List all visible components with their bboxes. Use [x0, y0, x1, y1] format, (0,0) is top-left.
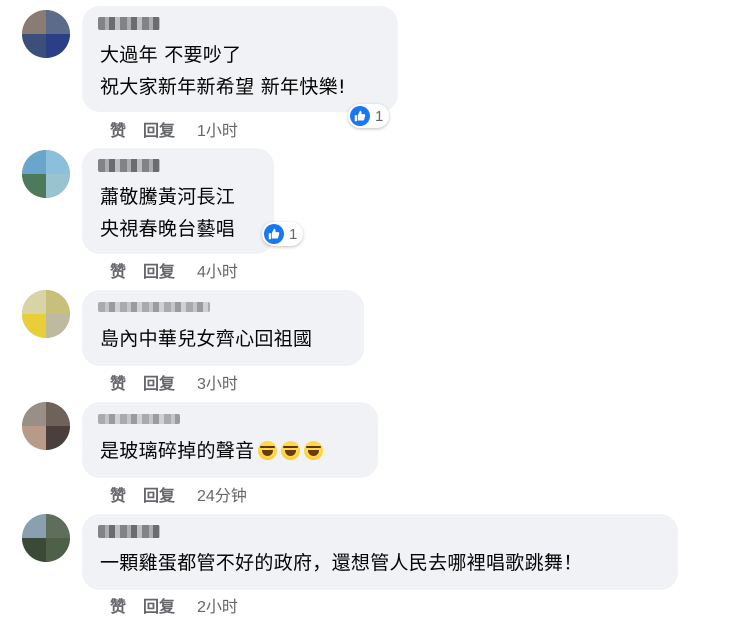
- comments-feed: 大過年 不要吵了 祝大家新年新希望 新年快樂! 1 赞 回复 1小时 蕭敬騰黃河…: [0, 0, 751, 619]
- timestamp[interactable]: 24分钟: [197, 482, 247, 506]
- comment-text-line: 島內中華兒女齊心回祖國: [100, 328, 313, 350]
- like-button[interactable]: 赞: [110, 482, 126, 506]
- reaction-count: 1: [375, 107, 384, 125]
- commenter-name-blurred[interactable]: [98, 414, 180, 424]
- avatar[interactable]: [22, 514, 70, 562]
- comment-actions: 赞 回复 1小时: [110, 118, 238, 140]
- commenter-name-blurred[interactable]: [98, 302, 210, 312]
- reply-button[interactable]: 回复: [143, 482, 175, 506]
- comment-bubble: 大過年 不要吵了 祝大家新年新希望 新年快樂!: [82, 6, 398, 112]
- reaction-summary[interactable]: 1: [348, 104, 390, 128]
- avatar[interactable]: [22, 290, 70, 338]
- like-button[interactable]: 赞: [110, 258, 126, 282]
- comment-bubble: 蕭敬騰黃河長江 央視春晚台藝唱: [82, 148, 274, 254]
- like-button[interactable]: 赞: [110, 370, 126, 394]
- avatar[interactable]: [22, 10, 70, 58]
- comment-text-line: 是玻璃碎掉的聲音: [100, 437, 324, 465]
- reply-button[interactable]: 回复: [143, 117, 175, 141]
- commenter-name-blurred[interactable]: [98, 159, 160, 172]
- comment-text-line: 一顆雞蛋都管不好的政府，還想管人民去哪裡唱歌跳舞！: [100, 552, 583, 574]
- comment-bubble: 島內中華兒女齊心回祖國: [82, 290, 364, 366]
- reply-button[interactable]: 回复: [143, 593, 175, 617]
- comment-text: 是玻璃碎掉的聲音: [100, 440, 255, 462]
- like-button[interactable]: 赞: [110, 593, 126, 617]
- reaction-count: 1: [289, 225, 298, 243]
- laughing-crying-emoji: [281, 441, 301, 460]
- like-button[interactable]: 赞: [110, 117, 126, 141]
- commenter-name-blurred[interactable]: [98, 17, 160, 30]
- comment-text-line: 央視春晚台藝唱: [100, 218, 236, 240]
- comment-text-line: 祝大家新年新希望 新年快樂!: [100, 76, 346, 98]
- thumbs-up-icon: [350, 106, 370, 126]
- comment-text-line: 大過年 不要吵了: [100, 44, 242, 66]
- comment-actions: 赞 回复 3小时: [110, 371, 238, 393]
- reaction-summary[interactable]: 1: [262, 222, 304, 246]
- laughing-crying-emoji: [258, 441, 278, 460]
- timestamp[interactable]: 3小时: [197, 370, 238, 394]
- comment-actions: 赞 回复 24分钟: [110, 483, 247, 505]
- comment-text-line: 蕭敬騰黃河長江: [100, 186, 236, 208]
- comment-actions: 赞 回复 2小时: [110, 594, 238, 616]
- avatar[interactable]: [22, 402, 70, 450]
- timestamp[interactable]: 2小时: [197, 593, 238, 617]
- timestamp[interactable]: 1小时: [197, 117, 238, 141]
- reply-button[interactable]: 回复: [143, 258, 175, 282]
- reply-button[interactable]: 回复: [143, 370, 175, 394]
- avatar[interactable]: [22, 150, 70, 198]
- commenter-name-blurred[interactable]: [98, 525, 160, 538]
- laughing-crying-emoji: [304, 441, 324, 460]
- comment-actions: 赞 回复 4小时: [110, 259, 238, 281]
- thumbs-up-icon: [264, 224, 284, 244]
- comment-bubble: 是玻璃碎掉的聲音: [82, 402, 378, 478]
- timestamp[interactable]: 4小时: [197, 258, 238, 282]
- comment-bubble: 一顆雞蛋都管不好的政府，還想管人民去哪裡唱歌跳舞！: [82, 514, 678, 590]
